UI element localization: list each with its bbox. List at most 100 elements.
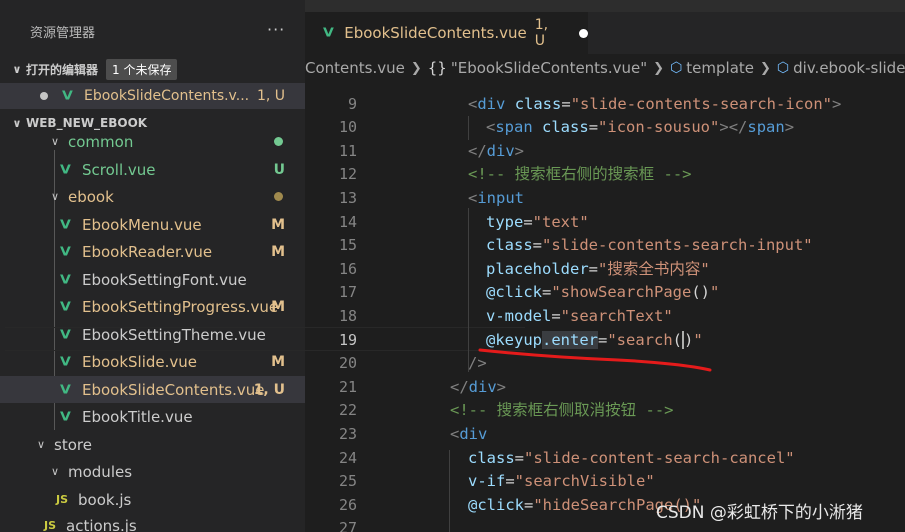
breadcrumb-template[interactable]: template — [686, 59, 754, 77]
line-number-gutter: 9 10 11 12 13 14 15 16 17 18 19 20 21 22… — [305, 80, 365, 532]
folder-store[interactable]: ∨ store — [0, 431, 305, 458]
code-line-16: placeholder="搜索全书内容" — [486, 260, 710, 278]
vue-file-icon: V — [60, 272, 71, 287]
folder-status-dot — [274, 137, 283, 146]
cube-icon: ⬡ — [776, 60, 790, 76]
code-line-25: v-if="searchVisible" — [468, 472, 655, 490]
red-annotation-underline — [478, 348, 712, 372]
unsaved-dot-icon[interactable] — [40, 92, 48, 100]
line-number: 20 — [338, 354, 357, 372]
tree-item-label: actions.js — [66, 516, 137, 532]
vue-file-icon: V — [60, 244, 71, 259]
line-number: 23 — [338, 425, 357, 443]
chevron-down-icon: ∨ — [36, 438, 46, 451]
file-ebooksettingfont-vue[interactable]: V EbookSettingFont.vue — [0, 266, 305, 293]
open-editor-status: 1, U — [256, 88, 285, 104]
tree-item-label: EbookReader.vue — [82, 242, 213, 261]
vue-file-icon: V — [62, 88, 73, 104]
tree-item-label: modules — [68, 462, 133, 481]
editor-tab-bar: V EbookSlideContents.vue 1, U — [305, 12, 905, 54]
tree-item-label: EbookSettingFont.vue — [82, 270, 247, 289]
folder-modules[interactable]: ∨ modules — [0, 458, 305, 485]
breadcrumb-node[interactable]: div.ebook-slide-co — [793, 59, 905, 77]
line-number: 25 — [338, 472, 357, 490]
folder-common[interactable]: ∨ common — [0, 128, 305, 155]
chevron-right-icon: ❯ — [760, 60, 771, 76]
file-status: M — [271, 353, 285, 370]
tree-item-label: EbookSlide.vue — [82, 352, 198, 371]
tab-status: 1, U — [534, 17, 549, 49]
tree-item-label: EbookSlideContents.vue — [82, 380, 265, 399]
code-line-21: </div> — [450, 378, 507, 396]
tab-label: EbookSlideContents.vue — [344, 24, 527, 42]
file-ebookmenu-vue[interactable]: V EbookMenu.vue M — [0, 211, 305, 238]
file-ebooktitle-vue[interactable]: V EbookTitle.vue — [0, 403, 305, 430]
more-actions-icon[interactable]: ··· — [267, 20, 285, 39]
file-scroll-vue[interactable]: V Scroll.vue U — [0, 156, 305, 183]
tree-item-label: EbookTitle.vue — [82, 407, 193, 426]
file-status: M — [271, 243, 285, 260]
file-book-js[interactable]: JS book.js — [0, 486, 305, 513]
braces-icon: {} — [427, 59, 447, 77]
file-ebookslidecontents-vue[interactable]: V EbookSlideContents.vue 1, U — [0, 376, 305, 403]
file-actions-js[interactable]: JS actions.js — [0, 512, 305, 532]
chevron-down-icon: ∨ — [50, 190, 60, 203]
file-ebookreader-vue[interactable]: V EbookReader.vue M — [0, 238, 305, 265]
indent-guide — [468, 208, 469, 372]
vue-file-icon: V — [323, 25, 334, 41]
open-editor-item[interactable]: V EbookSlideContents.v... 1, U — [0, 83, 305, 109]
unsaved-badge: 1 个未保存 — [106, 58, 178, 80]
code-line-10: <span class="icon-sousuo"></span> — [486, 118, 795, 136]
vue-file-icon: V — [60, 382, 71, 397]
line-number: 18 — [338, 307, 357, 325]
line-number: 15 — [338, 236, 357, 254]
line-number: 10 — [338, 118, 357, 136]
js-file-icon: JS — [56, 493, 69, 506]
tab-ebookslidecontents[interactable]: V EbookSlideContents.vue 1, U — [305, 12, 588, 54]
unsaved-dot-icon[interactable] — [579, 28, 588, 38]
code-line-18: v-model="searchText" — [486, 307, 673, 325]
code-line-15: class="slide-contents-search-input" — [486, 236, 813, 254]
file-status: M — [271, 216, 285, 233]
line-number: 13 — [338, 189, 357, 207]
tree-item-label: common — [68, 132, 134, 151]
tree-item-label: book.js — [78, 490, 132, 509]
tree-item-label: EbookMenu.vue — [82, 215, 202, 234]
code-editor[interactable]: <div class="slide-contents-search-icon">… — [385, 80, 905, 532]
line-number: 12 — [338, 165, 357, 183]
vue-file-icon: V — [60, 354, 71, 369]
tree-item-label: store — [54, 435, 92, 454]
vue-file-icon: V — [60, 299, 71, 314]
js-file-icon: JS — [44, 519, 57, 532]
chevron-down-icon: ∨ — [12, 62, 22, 76]
line-number: 14 — [338, 213, 357, 231]
line-number: 21 — [338, 378, 357, 396]
indent-guide — [449, 450, 450, 532]
file-ebooksettingprogress-vue[interactable]: V EbookSettingProgress.vue M — [0, 293, 305, 320]
folder-ebook[interactable]: ∨ ebook — [0, 183, 305, 210]
code-line-24: class="slide-content-search-cancel" — [468, 449, 795, 467]
line-number: 9 — [347, 95, 357, 113]
chevron-right-icon: ❯ — [653, 60, 665, 76]
breadcrumb-file[interactable]: Contents.vue — [305, 59, 405, 77]
vue-file-icon: V — [60, 217, 71, 232]
code-line-14: type="text" — [486, 213, 589, 231]
open-editors-header[interactable]: ∨ 打开的编辑器 1 个未保存 — [0, 56, 305, 82]
code-line-13: <input — [468, 189, 525, 207]
chevron-right-icon: ❯ — [410, 60, 422, 76]
code-line-23: <div — [450, 425, 488, 443]
breadcrumb: Contents.vue ❯ {} "EbookSlideContents.vu… — [305, 56, 905, 80]
line-number: 17 — [338, 283, 357, 301]
file-ebookslide-vue[interactable]: V EbookSlide.vue M — [0, 348, 305, 375]
line-number: 11 — [338, 142, 357, 160]
watermark: CSDN @彩虹桥下的小淅猪 — [656, 503, 863, 523]
code-line-11: </div> — [468, 142, 525, 160]
line-number: 24 — [338, 449, 357, 467]
open-editor-filename: EbookSlideContents.v... — [84, 88, 250, 104]
file-status: U — [273, 161, 285, 178]
file-status: 1, U — [253, 381, 285, 398]
chevron-down-icon: ∨ — [50, 135, 60, 148]
vue-file-icon: V — [60, 162, 71, 177]
breadcrumb-component[interactable]: "EbookSlideContents.vue" — [451, 59, 647, 77]
code-line-12: <!-- 搜索框右侧的搜索框 --> — [468, 165, 692, 183]
